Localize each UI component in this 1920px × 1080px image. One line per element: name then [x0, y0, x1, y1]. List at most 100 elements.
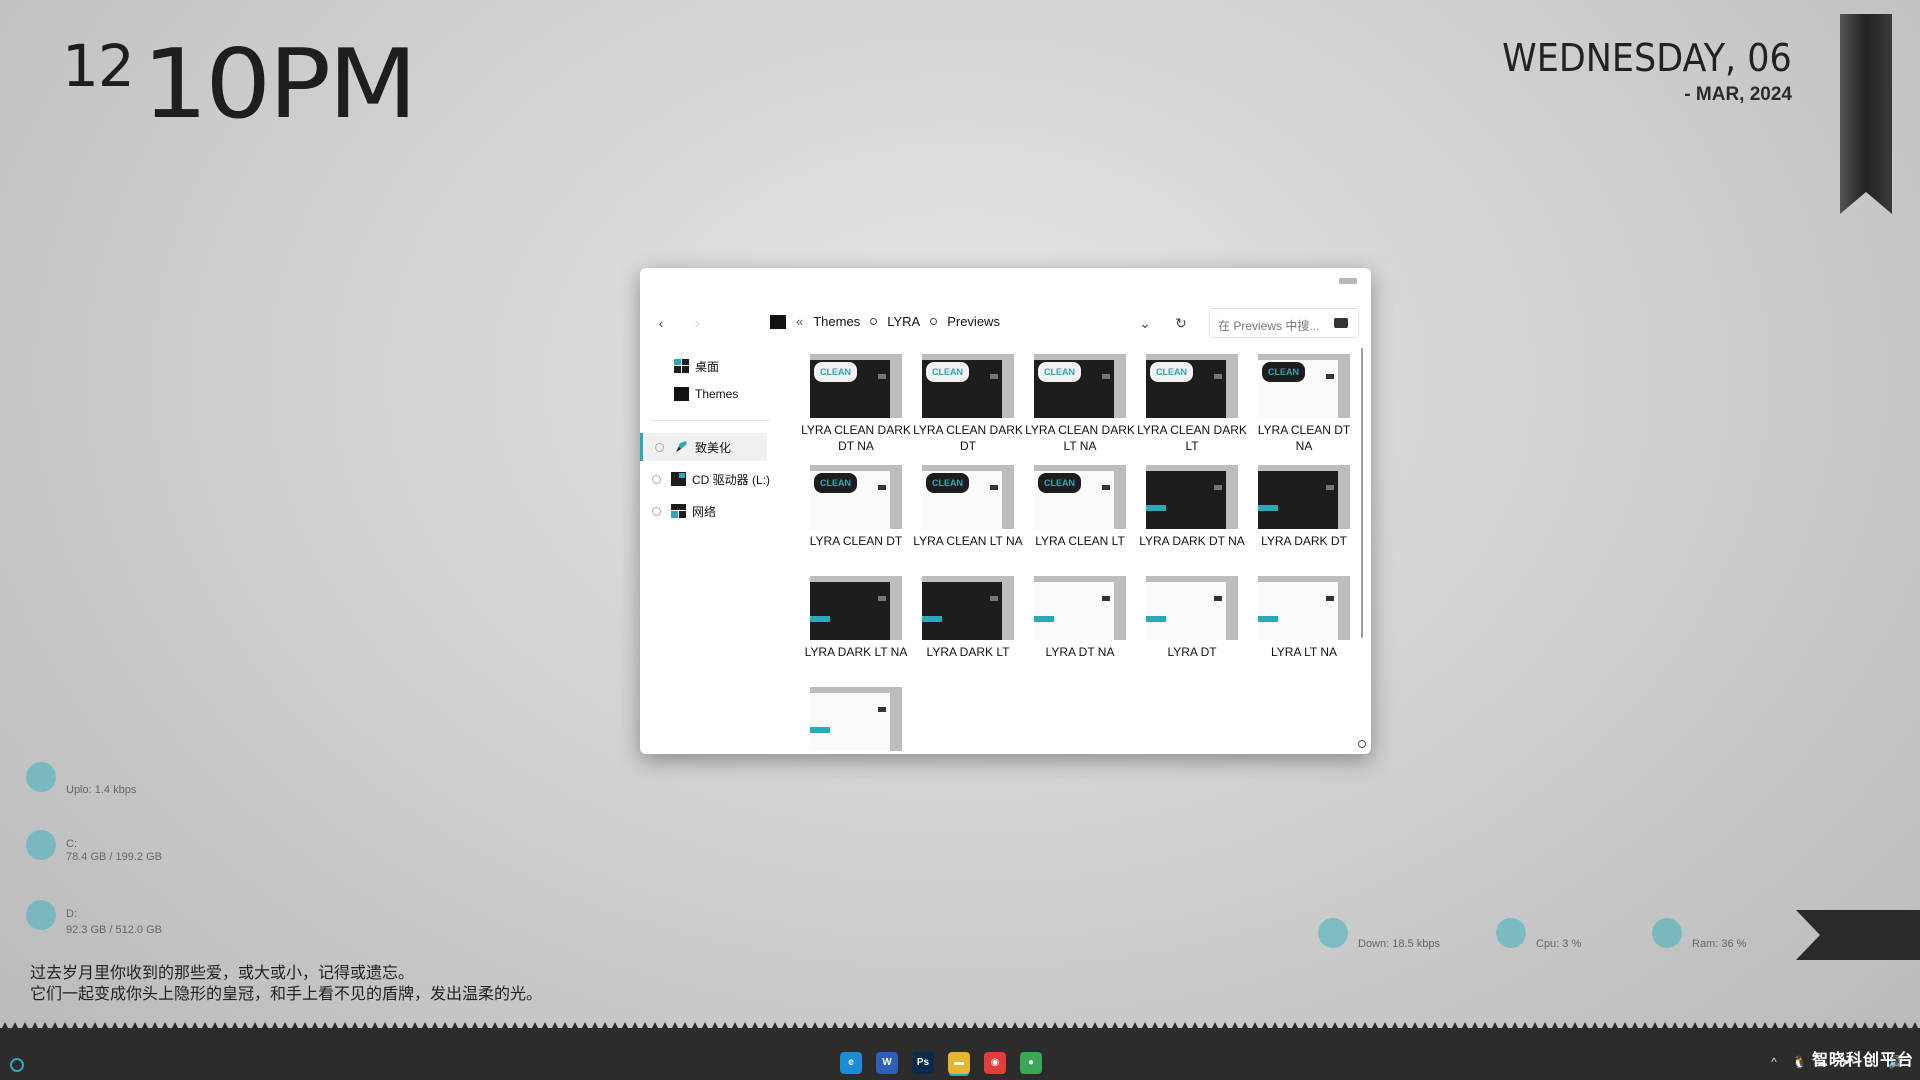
- file-item[interactable]: LYRA LT NA: [1248, 576, 1360, 660]
- taskbar-apps: e W Ps ▬ ◉ ●: [840, 1052, 1042, 1074]
- file-item[interactable]: CLEAN LYRA CLEAN DT NA: [1248, 354, 1360, 454]
- edge-icon[interactable]: e: [840, 1052, 862, 1074]
- file-item[interactable]: LYRA DARK DT: [1248, 465, 1360, 549]
- sidebar-item-label: 致美化: [695, 440, 732, 455]
- file-item[interactable]: CLEAN LYRA CLEAN DARK DT: [912, 354, 1024, 454]
- quote-line-1: 过去岁月里你收到的那些爱，或大或小，记得或遗忘。: [30, 963, 415, 982]
- file-item[interactable]: CLEAN LYRA CLEAN LT: [1024, 465, 1136, 549]
- file-item[interactable]: CLEAN LYRA CLEAN DT: [800, 465, 912, 549]
- expand-radio-icon[interactable]: [652, 506, 661, 516]
- file-item[interactable]: LYRA DARK LT: [912, 576, 1024, 660]
- photoshop-icon[interactable]: Ps: [912, 1052, 934, 1074]
- qq-icon[interactable]: 🐧: [1792, 1056, 1807, 1068]
- file-thumbnail: CLEAN: [810, 354, 902, 418]
- breadcrumb-previews[interactable]: Previews: [947, 314, 1000, 329]
- file-thumbnail: [1258, 465, 1350, 529]
- thumbnail-button-icon: [1214, 485, 1222, 490]
- forward-button[interactable]: ›: [688, 314, 706, 332]
- sidebar-item-network[interactable]: 网络: [640, 497, 780, 525]
- thumbnail-accent-bar: [810, 616, 830, 622]
- file-item[interactable]: LYRA DT: [1136, 576, 1248, 660]
- thumbnail-button-icon: [990, 374, 998, 379]
- netease-music-icon[interactable]: ◉: [984, 1052, 1006, 1074]
- file-thumbnail: [1258, 576, 1350, 640]
- folder-icon: [770, 314, 786, 329]
- thumbnail-tag: CLEAN: [1038, 473, 1081, 493]
- file-name: LYRA CLEAN LT: [1035, 534, 1125, 548]
- breadcrumb-themes[interactable]: Themes: [813, 314, 860, 329]
- thumbnail-tag: CLEAN: [926, 362, 969, 382]
- vertical-scrollbar[interactable]: [1361, 348, 1363, 638]
- thumbnail-button-icon: [878, 596, 886, 601]
- ram-gauge-icon: [1652, 918, 1682, 948]
- file-name: LYRA CLEAN DARK DT NA: [801, 423, 911, 453]
- expand-radio-icon[interactable]: [652, 474, 661, 484]
- file-thumbnail: [810, 687, 902, 751]
- back-button[interactable]: ‹: [652, 314, 670, 332]
- search-icon[interactable]: [1334, 318, 1348, 328]
- desktop-icon: [674, 359, 689, 373]
- file-name: LYRA DARK LT NA: [804, 645, 908, 659]
- search-input[interactable]: 在 Previews 中搜...: [1209, 308, 1359, 338]
- chrome-icon[interactable]: ●: [1020, 1052, 1042, 1074]
- file-thumbnail: [922, 576, 1014, 640]
- show-hidden-icons-icon[interactable]: ^: [1768, 1056, 1780, 1068]
- thumbnail-tag: CLEAN: [814, 362, 857, 382]
- download-stat-label: Down: 18.5 kbps: [1358, 938, 1440, 950]
- breadcrumb-lyra[interactable]: LYRA: [887, 314, 920, 329]
- file-item[interactable]: [800, 687, 912, 751]
- file-explorer-icon[interactable]: ▬: [948, 1052, 970, 1074]
- drive-d-gauge-icon: [26, 900, 56, 930]
- sidebar-item-label: 桌面: [695, 359, 720, 374]
- thumbnail-pane: [1258, 582, 1338, 640]
- drive-d-label: D:: [66, 908, 77, 920]
- drive-d-value: 92.3 GB / 512.0 GB: [66, 924, 163, 936]
- sidebar-item-zhimeihua[interactable]: 致美化: [640, 433, 767, 461]
- file-name: LYRA CLEAN DARK LT: [1137, 423, 1247, 453]
- quote-text: 过去岁月里你收到的那些爱，或大或小，记得或遗忘。 它们一起变成你头上隐形的皇冠，…: [30, 962, 542, 1004]
- address-dropdown-button[interactable]: ⌄: [1136, 314, 1154, 332]
- thumbnail-pane: [1146, 582, 1226, 640]
- bookmark-ribbon-icon: [1840, 14, 1892, 214]
- start-button[interactable]: [10, 1058, 24, 1072]
- navigation-pane: 桌面 Themes 致美化 CD 驱动器 (L:) 网络: [640, 352, 780, 525]
- thumbnail-button-icon: [990, 485, 998, 490]
- file-item[interactable]: LYRA DT NA: [1024, 576, 1136, 660]
- file-thumbnail: CLEAN: [1258, 354, 1350, 418]
- breadcrumb-separator-icon: [870, 318, 878, 325]
- thumbnail-accent-bar: [1034, 616, 1054, 622]
- drive-c-value: 78.4 GB / 199.2 GB: [66, 851, 163, 863]
- breadcrumb-overflow[interactable]: «: [796, 314, 803, 329]
- cpu-stat-label: Cpu: 3 %: [1536, 938, 1582, 950]
- sidebar-item-label: 网络: [692, 504, 717, 519]
- taskbar: e W Ps ▬ ◉ ● ^ 🐧 ☁ ➤ ▭ 🔊: [0, 1028, 1920, 1080]
- ram-stat-label: Ram: 36 %: [1692, 938, 1747, 950]
- expand-radio-icon[interactable]: [655, 442, 664, 452]
- sidebar-item-themes[interactable]: Themes: [640, 380, 780, 408]
- thumbnail-accent-bar: [1258, 616, 1278, 622]
- sidebar-item-cd-drive[interactable]: CD 驱动器 (L:): [640, 465, 780, 493]
- file-name: LYRA CLEAN LT NA: [913, 534, 1023, 548]
- file-item[interactable]: CLEAN LYRA CLEAN DARK LT NA: [1024, 354, 1136, 454]
- thumbnail-button-icon: [1102, 374, 1110, 379]
- thumbnail-pane: [1146, 471, 1226, 529]
- file-name: LYRA DARK DT NA: [1139, 534, 1245, 548]
- upload-gauge-icon: [26, 762, 56, 792]
- file-item[interactable]: CLEAN LYRA CLEAN DARK LT: [1136, 354, 1248, 454]
- minimize-button[interactable]: [1339, 278, 1357, 284]
- date-widget: WEDNESDAY, 06 - MAR, 2024: [1477, 36, 1792, 106]
- file-name: LYRA DARK DT: [1261, 534, 1347, 548]
- refresh-button[interactable]: ↻: [1172, 314, 1190, 332]
- thumbnail-button-icon: [878, 485, 886, 490]
- date-day: WEDNESDAY, 06: [1502, 36, 1792, 80]
- file-item[interactable]: CLEAN LYRA CLEAN LT NA: [912, 465, 1024, 549]
- file-name: LYRA DT NA: [1045, 645, 1115, 659]
- file-item[interactable]: LYRA DARK DT NA: [1136, 465, 1248, 549]
- scroll-end-icon[interactable]: [1358, 740, 1366, 748]
- file-item[interactable]: CLEAN LYRA CLEAN DARK DT NA: [800, 354, 912, 454]
- file-name: LYRA CLEAN DARK LT NA: [1025, 423, 1135, 453]
- file-thumbnail: [1146, 465, 1238, 529]
- file-item[interactable]: LYRA DARK LT NA: [800, 576, 912, 660]
- word-icon[interactable]: W: [876, 1052, 898, 1074]
- sidebar-item-desktop[interactable]: 桌面: [640, 352, 780, 380]
